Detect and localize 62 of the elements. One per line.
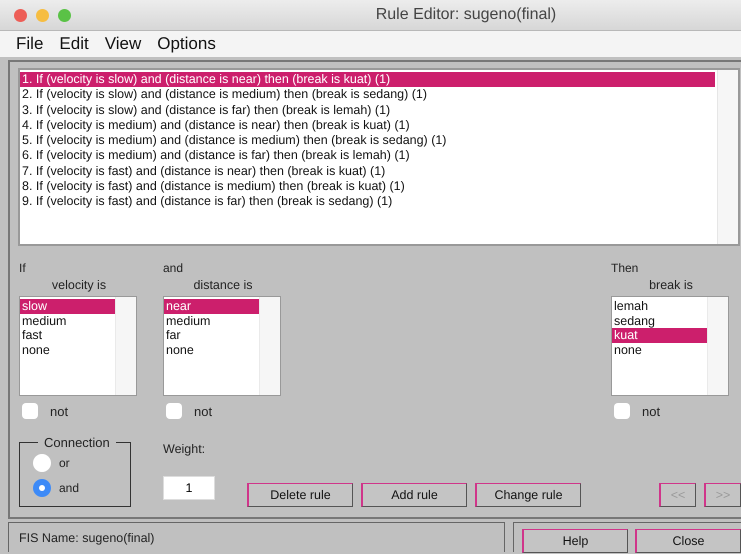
variable-label: velocity is: [50, 278, 108, 294]
close-icon[interactable]: [14, 8, 27, 22]
option-item[interactable]: far: [164, 328, 259, 342]
option-item[interactable]: kuat: [612, 328, 707, 342]
option-item[interactable]: fast: [20, 328, 115, 342]
footer-button[interactable]: Close: [635, 529, 741, 553]
rule-button[interactable]: Delete rule: [247, 483, 353, 507]
variable-label: break is: [648, 278, 694, 294]
option-item[interactable]: sedang: [612, 314, 707, 328]
scrollbar[interactable]: [115, 297, 136, 395]
option-item[interactable]: lemah: [612, 299, 707, 314]
rule-item[interactable]: 4. If (velocity is medium) and (distance is near) then (break is kuat) (1): [20, 118, 715, 134]
footer-button[interactable]: Help: [522, 529, 628, 553]
window-title: Rule Editor: sugeno(final): [374, 6, 558, 24]
scrollbar[interactable]: [707, 297, 728, 395]
menu-item[interactable]: Options: [149, 34, 224, 54]
option-item[interactable]: medium: [164, 314, 259, 328]
variable-heading: and: [163, 261, 184, 277]
option-list[interactable]: near medium far none: [163, 296, 281, 396]
option-item[interactable]: near: [164, 299, 259, 314]
fis-name-text: FIS Name: sugeno(final): [19, 530, 154, 544]
option-item[interactable]: none: [20, 342, 115, 357]
variable-heading: Then: [611, 261, 640, 277]
not-checkbox[interactable]: [22, 403, 38, 419]
rule-item[interactable]: 7. If (velocity is fast) and (distance is near) then (break is kuat) (1): [20, 164, 715, 180]
rule-item[interactable]: 9. If (velocity is fast) and (distance is far) then (break is sedang) (1): [20, 194, 715, 210]
rule-list[interactable]: [18, 68, 740, 246]
menu-item[interactable]: Edit: [51, 34, 97, 54]
not-label: not: [50, 404, 68, 418]
zoom-icon[interactable]: [58, 8, 71, 22]
rule-item[interactable]: 6. If (velocity is medium) and (distance is far) then (break is lemah) (1): [20, 148, 715, 164]
option-item[interactable]: none: [612, 342, 707, 357]
minimize-icon[interactable]: [36, 8, 49, 22]
radio-button[interactable]: [33, 478, 51, 496]
rule-item[interactable]: 2. If (velocity is slow) and (distance is medium) then (break is sedang) (1): [20, 87, 715, 103]
menu-item[interactable]: File: [8, 34, 52, 54]
option-list[interactable]: lemah sedang kuat none: [611, 296, 729, 396]
not-checkbox[interactable]: [166, 403, 182, 419]
variable-heading: If: [19, 261, 27, 277]
weight-label: Weight:: [163, 442, 206, 458]
scrollbar[interactable]: [717, 70, 738, 244]
radio-button[interactable]: [33, 454, 51, 472]
rule-item[interactable]: 5. If (velocity is medium) and (distance is medium) then (break is sedang) (1): [20, 133, 715, 148]
not-checkbox[interactable]: [614, 403, 630, 419]
rule-button[interactable]: Change rule: [475, 483, 581, 507]
rule-item[interactable]: 8. If (velocity is fast) and (distance is medium) then (break is kuat) (1): [20, 179, 715, 194]
not-label: not: [642, 404, 660, 418]
rule-button[interactable]: Add rule: [361, 483, 467, 507]
connection-title: Connection: [43, 435, 111, 450]
option-item[interactable]: slow: [20, 299, 115, 314]
option-item[interactable]: none: [164, 342, 259, 357]
option-item[interactable]: medium: [20, 314, 115, 328]
rule-item[interactable]: 1. If (velocity is slow) and (distance is near) then (break is kuat) (1): [20, 72, 715, 88]
scrollbar[interactable]: [259, 297, 280, 395]
menu-item[interactable]: View: [96, 34, 150, 54]
not-label: not: [194, 404, 212, 418]
variable-label: distance is: [192, 278, 254, 294]
radio-label: and: [59, 480, 80, 494]
rule-item[interactable]: 3. If (velocity is slow) and (distance is far) then (break is lemah) (1): [20, 102, 715, 118]
option-list[interactable]: slow medium fast none: [19, 296, 137, 396]
radio-label: or: [59, 456, 70, 470]
weight-field[interactable]: 1: [163, 476, 215, 500]
